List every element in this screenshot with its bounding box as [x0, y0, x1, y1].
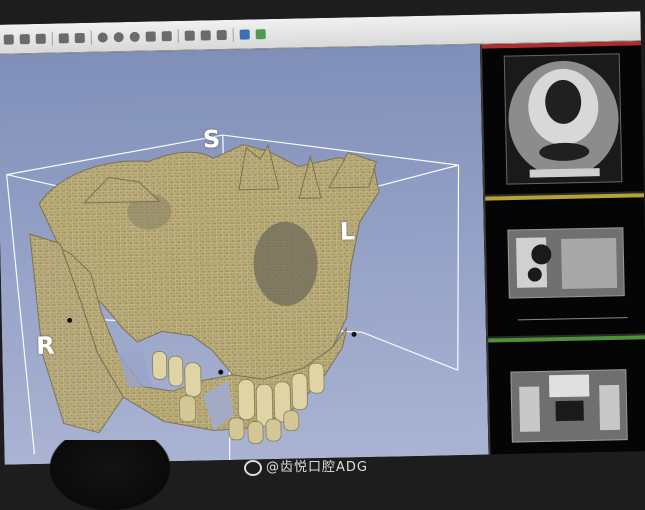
- orientation-label-superior: S: [202, 125, 221, 154]
- axial-ct-slice: [503, 53, 623, 185]
- coronal-ct-slice: [507, 227, 628, 321]
- orientation-label-left: L: [339, 217, 356, 246]
- toolbar-button[interactable]: [35, 33, 46, 44]
- 3d-skull-render: [6, 134, 460, 460]
- audience-head-silhouette: [50, 440, 170, 510]
- orientation-label-right: R: [35, 331, 55, 361]
- sagittal-ct-slice: [510, 369, 628, 443]
- settings-icon[interactable]: [255, 28, 266, 39]
- toolbar-button[interactable]: [161, 30, 172, 41]
- pan-icon[interactable]: [129, 31, 140, 42]
- toolbar-separator: [177, 28, 179, 43]
- toolbar-button[interactable]: [58, 32, 69, 43]
- toolbar-button[interactable]: [200, 29, 211, 41]
- zoom-icon[interactable]: [97, 31, 108, 43]
- toolbar-separator: [90, 30, 92, 45]
- toolbar-button[interactable]: [145, 30, 156, 42]
- toolbar-button[interactable]: [19, 33, 30, 44]
- watermark-text: @齿悦口腔ADG: [266, 460, 368, 475]
- 3d-volume-view[interactable]: S L R: [0, 44, 489, 465]
- coronal-slice-panel[interactable]: [483, 193, 645, 337]
- toolbar-separator: [51, 31, 53, 46]
- weibo-icon: [244, 459, 262, 476]
- toolbar-separator: [232, 27, 234, 42]
- toolbar-button[interactable]: [74, 32, 85, 43]
- view-mode-icon[interactable]: [239, 28, 250, 40]
- axial-slice-panel[interactable]: [479, 41, 645, 195]
- toolbar-button[interactable]: [216, 29, 227, 40]
- toolbar-button[interactable]: [184, 30, 195, 41]
- toolbar-button[interactable]: [3, 33, 14, 45]
- watermark: @齿悦口腔ADG: [244, 456, 368, 476]
- projected-screen: S L R: [0, 11, 645, 465]
- sagittal-slice-panel[interactable]: [486, 335, 645, 455]
- rotate-icon[interactable]: [113, 31, 124, 42]
- photo-of-projected-screen: S L R @齿悦口腔ADG: [0, 0, 645, 510]
